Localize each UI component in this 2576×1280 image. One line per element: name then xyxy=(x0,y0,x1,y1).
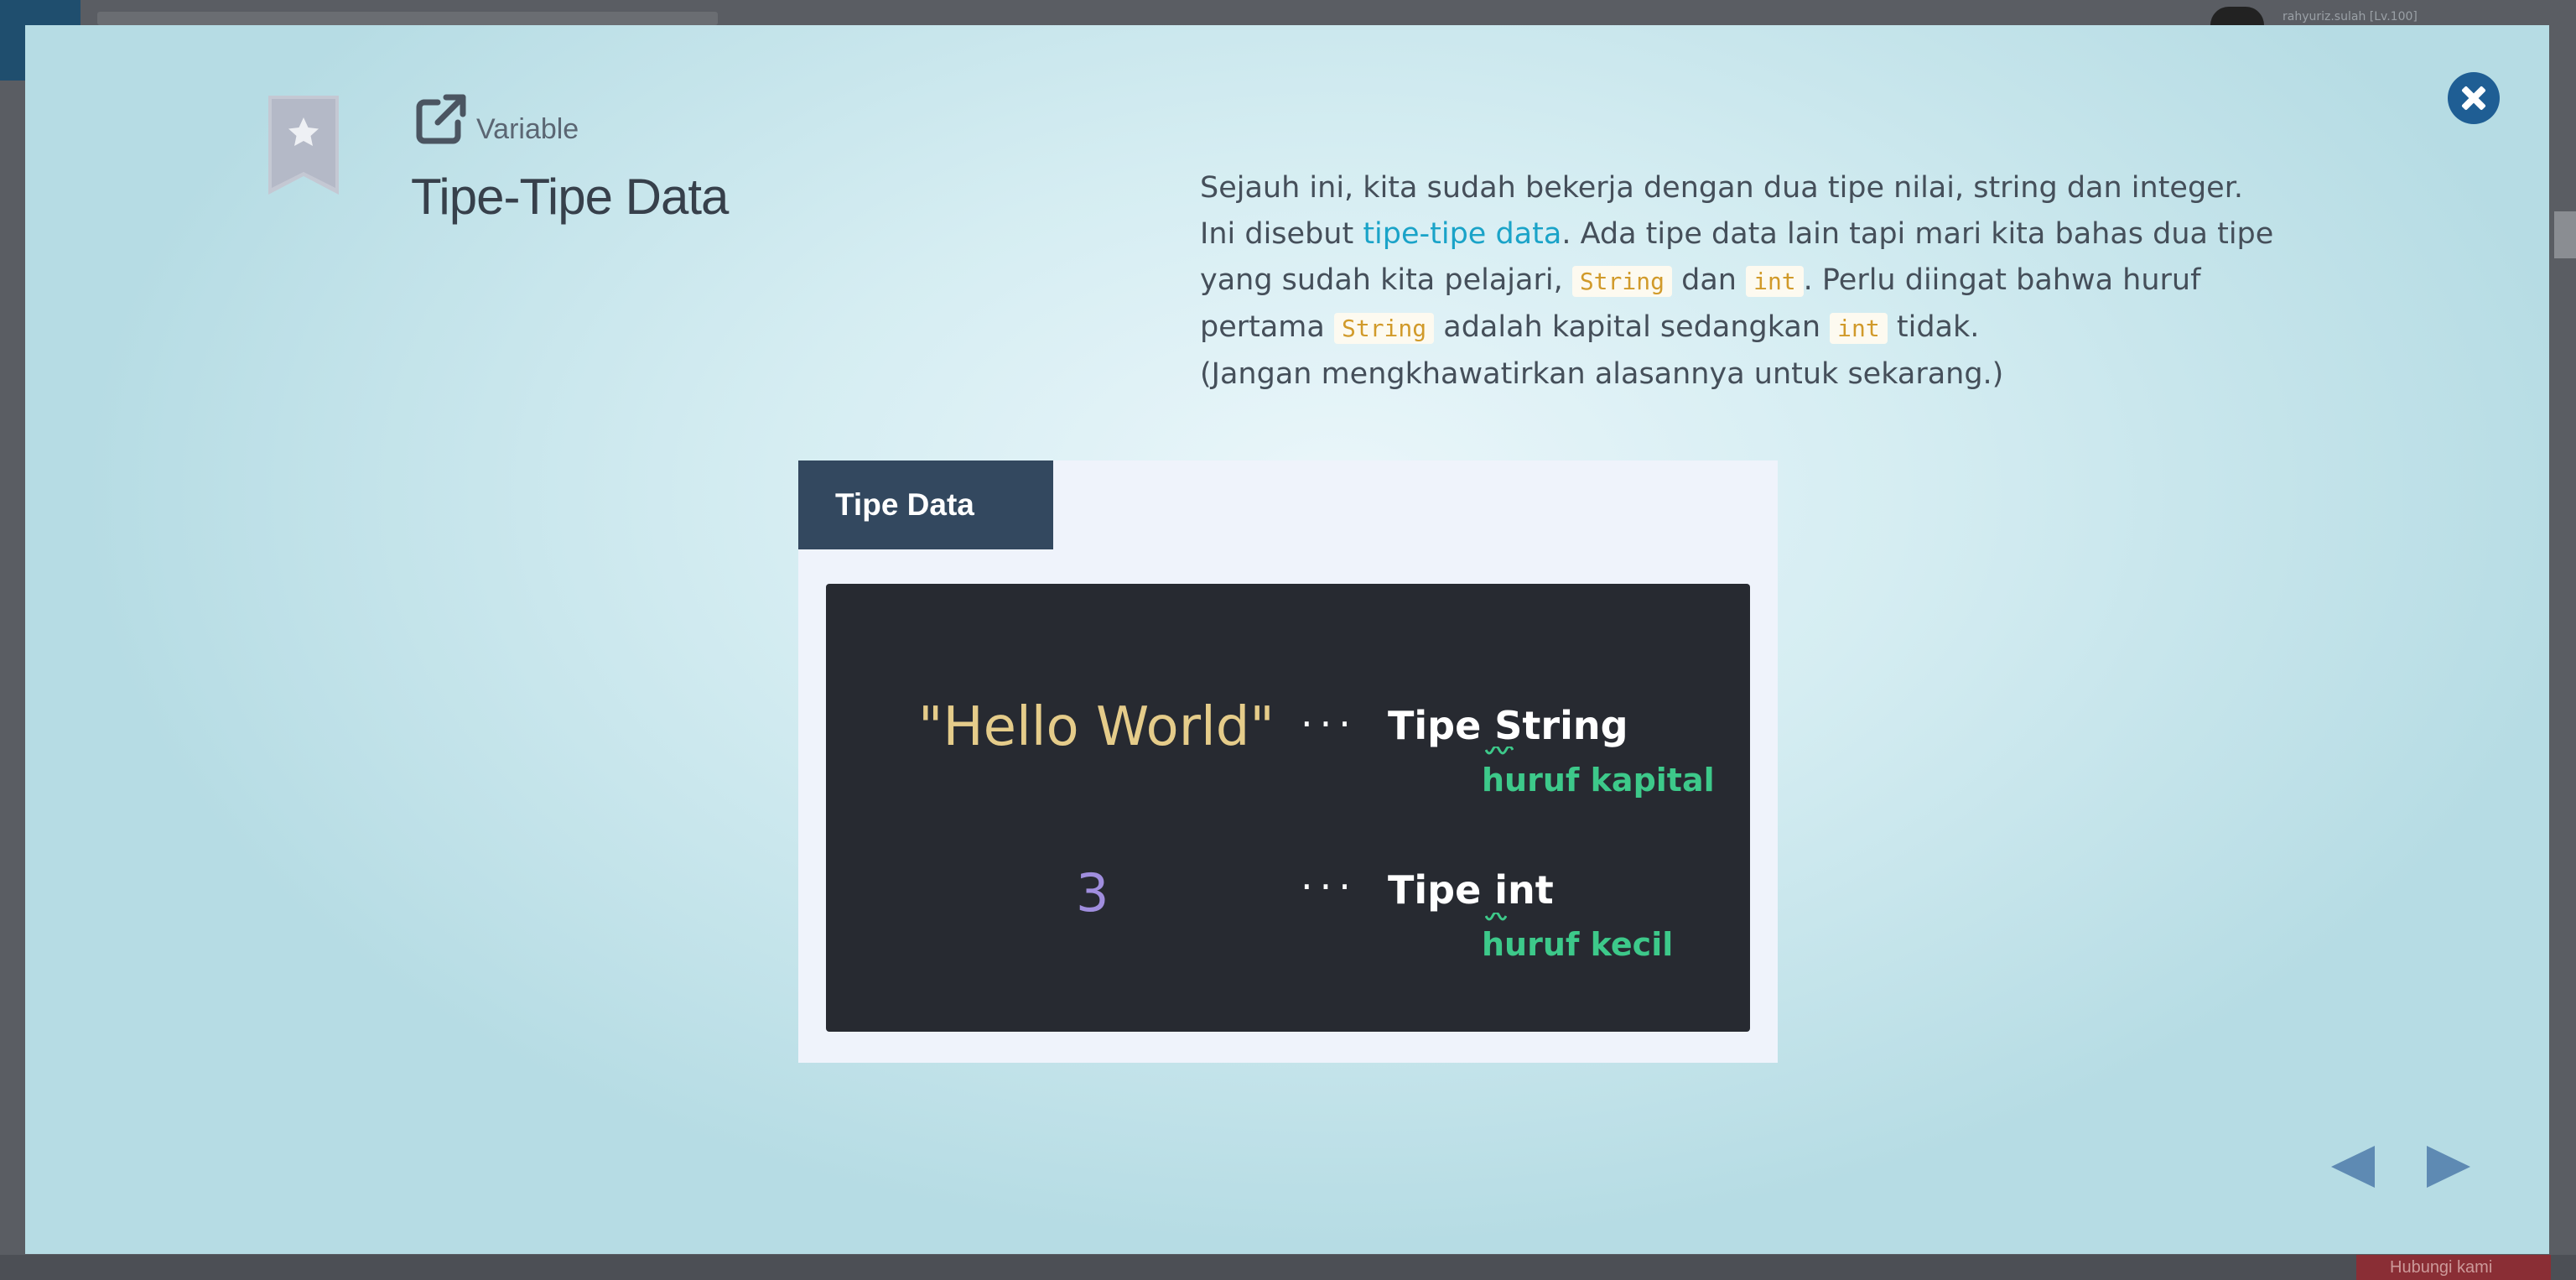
desc-text: Ini disebut xyxy=(1200,217,1363,251)
data-types-illustration: "Hello World" ··· Tipe String huruf kapi… xyxy=(826,584,1750,1032)
bookmark-star-icon xyxy=(268,96,339,195)
breadcrumb: Variable xyxy=(413,91,579,148)
app-top-search-bar xyxy=(97,12,718,25)
close-icon[interactable] xyxy=(2448,72,2500,124)
description-paragraph-3: (Jangan mengkhawatirkan alasannya untuk … xyxy=(1200,357,2004,391)
page-title: Tipe-Tipe Data xyxy=(411,169,729,225)
description-paragraph-1: Sejauh ini, kita sudah bekerja dengan du… xyxy=(1200,171,2244,205)
desc-text: dan xyxy=(1671,263,1747,297)
contact-button: Hubungi kami xyxy=(2356,1255,2551,1280)
string-value-example: "Hello World" xyxy=(918,696,1275,758)
code-string: String xyxy=(1333,313,1435,344)
app-bottom-bar xyxy=(0,1255,2576,1280)
string-note: huruf kapital xyxy=(1482,762,1715,799)
desc-text: adalah kapital sedangkan xyxy=(1434,310,1831,344)
string-type-label: Tipe String xyxy=(1388,703,1628,748)
ellipsis-dots: ··· xyxy=(1301,701,1358,747)
data-types-card: Tipe Data "Hello World" ··· Tipe String … xyxy=(798,460,1778,1063)
user-avatar xyxy=(2210,7,2264,25)
desc-text: tidak. xyxy=(1887,310,1980,344)
breadcrumb-label: Variable xyxy=(476,113,579,145)
data-types-link[interactable]: tipe-tipe data xyxy=(1363,217,1561,251)
squiggle-underline-icon xyxy=(1485,913,1507,921)
prev-arrow-icon[interactable] xyxy=(2328,1141,2376,1193)
ellipsis-dots: ··· xyxy=(1301,864,1358,909)
next-arrow-icon[interactable] xyxy=(2425,1141,2474,1193)
lesson-description: Sejauh ini, kita sudah bekerja dengan du… xyxy=(1200,165,2290,398)
lesson-modal: Variable Tipe-Tipe Data Sejauh ini, kita… xyxy=(25,25,2549,1254)
code-int: int xyxy=(1746,266,1804,297)
int-type-label: Tipe int xyxy=(1388,867,1554,913)
int-value-example: 3 xyxy=(1076,862,1109,924)
code-int: int xyxy=(1830,313,1888,344)
external-link-icon[interactable] xyxy=(413,91,470,148)
page-scrollbar-thumb xyxy=(2554,211,2576,258)
code-string: String xyxy=(1571,266,1672,297)
card-tab-label: Tipe Data xyxy=(798,460,1053,549)
bookmark-button[interactable] xyxy=(268,96,339,195)
squiggle-underline-icon xyxy=(1485,747,1514,755)
int-note: huruf kecil xyxy=(1482,926,1674,963)
description-paragraph-2: Ini disebut tipe-tipe data. Ada tipe dat… xyxy=(1200,211,2290,351)
user-label: rahyuriz.sulah [Lv.100] xyxy=(2283,10,2418,23)
